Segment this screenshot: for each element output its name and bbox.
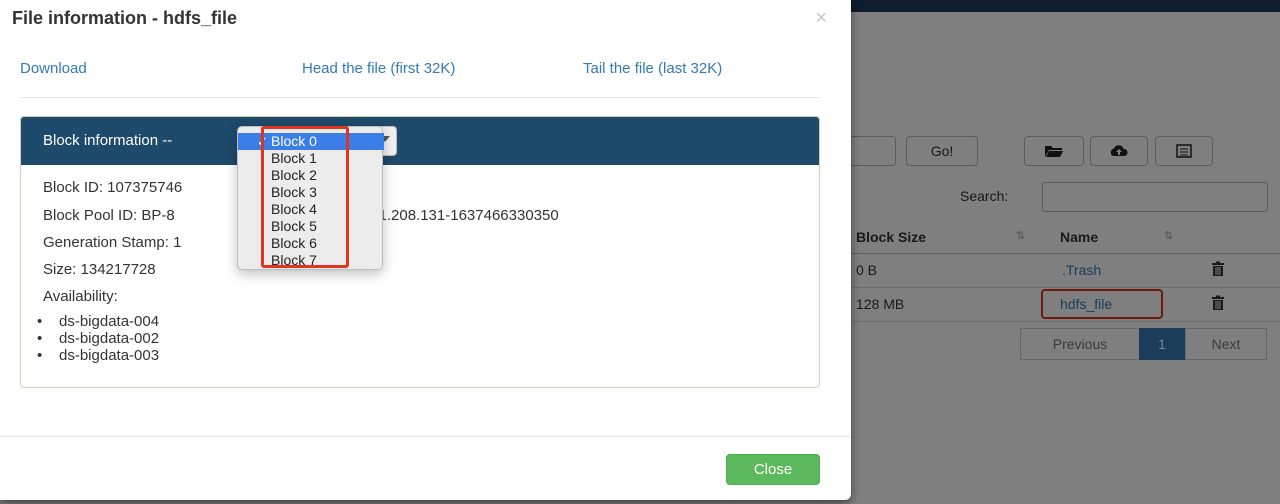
block-information-panel: Block information -- Block ID: 107375746… (20, 116, 820, 388)
head-file-link[interactable]: Head the file (first 32K) (302, 60, 455, 77)
block-id: Block ID: 107375746 (43, 179, 183, 196)
modal-footer-divider (0, 436, 851, 437)
modal-header: File information - hdfs_file × (0, 0, 851, 40)
generation-stamp: Generation Stamp: 1 (43, 234, 182, 251)
download-link[interactable]: Download (20, 60, 87, 77)
tail-file-link[interactable]: Tail the file (last 32K) (583, 60, 722, 77)
file-information-modal: File information - hdfs_file × Download … (0, 0, 851, 500)
panel-heading-label: Block information -- (43, 132, 173, 149)
file-actions: Download Head the file (first 32K) Tail … (20, 60, 820, 84)
availability-list: ds-bigdata-004 ds-bigdata-002 ds-bigdata… (37, 313, 159, 364)
dropdown-highlight-annotation (261, 126, 349, 268)
block-pool-id-suffix: .21.208.131-1637466330350 (366, 207, 559, 224)
modal-title: File information - hdfs_file (12, 8, 238, 28)
block-pool-id: Block Pool ID: BP-8 .21.208.131-16374663… (43, 207, 559, 224)
panel-heading: Block information -- (21, 117, 819, 165)
list-item: ds-bigdata-004 (37, 313, 159, 330)
divider (20, 97, 820, 98)
list-item: ds-bigdata-003 (37, 347, 159, 364)
block-size: Size: 134217728 (43, 261, 156, 278)
list-item: ds-bigdata-002 (37, 330, 159, 347)
close-icon[interactable]: × (815, 7, 827, 30)
block-pool-id-prefix: Block Pool ID: BP-8 (43, 207, 175, 224)
availability-label: Availability: (43, 288, 118, 305)
close-button[interactable]: Close (726, 454, 820, 485)
